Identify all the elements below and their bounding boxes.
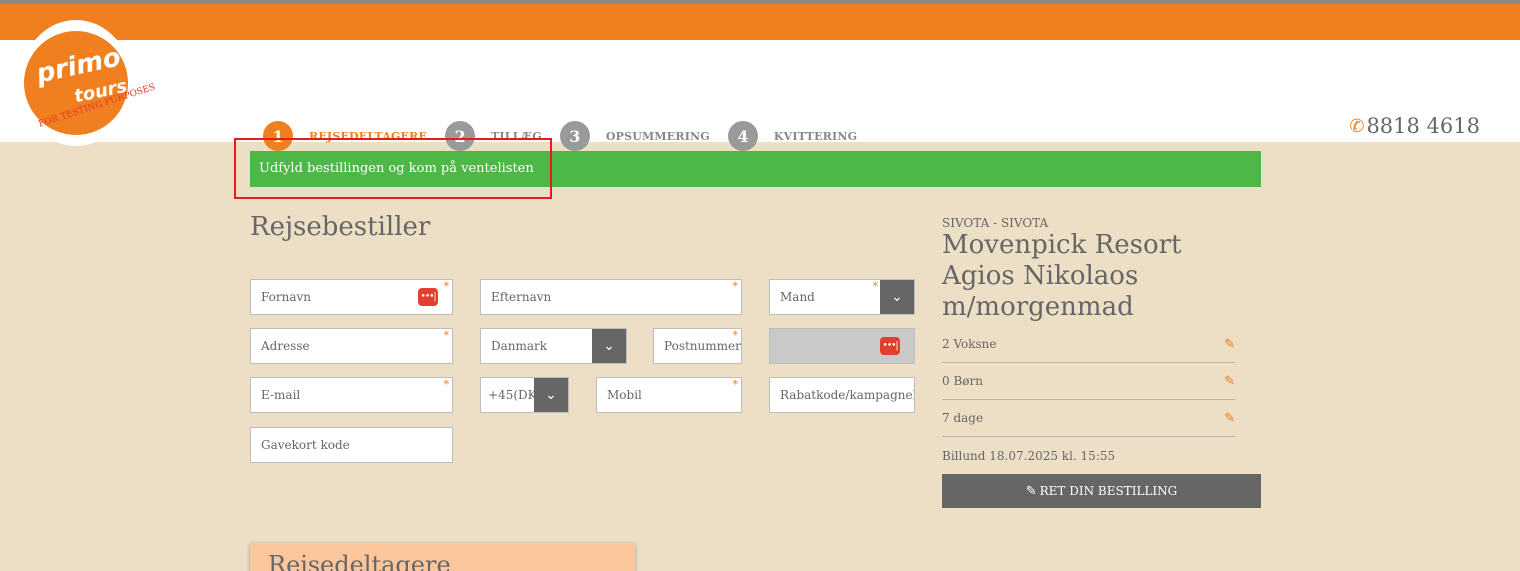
primo-tours-logo[interactable]: primo tours FOR TESTING PURPOSES <box>20 20 157 146</box>
step-4[interactable]: 4 KVITTERING <box>727 121 858 151</box>
hotel-name: Movenpick Resort Agios Nikolaos m/morgen… <box>942 230 1182 322</box>
required-mark: * <box>872 280 879 293</box>
phone-icon: ✆ <box>1349 115 1365 137</box>
chevron-down-icon[interactable]: ⌄ <box>592 329 626 363</box>
required-mark: * <box>443 280 450 293</box>
email-field[interactable]: E-mail * <box>250 377 453 413</box>
participants-panel: Rejsedeltagere <box>250 543 635 571</box>
logo-badge: primo tours FOR TESTING PURPOSES <box>24 31 157 135</box>
gender-select[interactable]: Mand * ⌄ <box>769 279 915 315</box>
step-3-label: OPSUMMERING <box>605 129 710 143</box>
participants-title: Rejsedeltagere <box>268 551 451 571</box>
pencil-icon: ✎ <box>1025 483 1037 499</box>
trip-duration: 7 dage <box>942 411 984 425</box>
required-mark: * <box>732 329 739 342</box>
chevron-down-icon[interactable]: ⌄ <box>534 378 568 412</box>
postal-code-field[interactable]: Postnummer * <box>653 328 742 364</box>
discount-code-placeholder: Rabatkode/kampagnekode <box>780 388 914 402</box>
step-3[interactable]: 3 OPSUMMERING <box>559 121 710 151</box>
edit-booking-label: RET DIN BESTILLING <box>1039 484 1178 498</box>
summary-children: 0 Børn ✎ <box>942 363 1235 400</box>
children-count: 0 Børn <box>942 374 983 388</box>
summary-adults: 2 Voksne ✎ <box>942 326 1235 363</box>
last-name-field[interactable]: Efternavn * <box>480 279 742 315</box>
email-placeholder: E-mail <box>261 388 301 402</box>
chevron-down-icon[interactable]: ⌄ <box>880 280 914 314</box>
address-field[interactable]: Adresse * <box>250 328 453 364</box>
country-select[interactable]: Danmark ⌄ <box>480 328 627 364</box>
site-header: 1 REJSEDELTAGERE 2 TILLÆG 3 OPSUMMERING … <box>0 40 1520 151</box>
required-mark: * <box>443 378 450 391</box>
discount-code-field[interactable]: Rabatkode/kampagnekode <box>769 377 915 413</box>
key-icon[interactable]: •••| <box>880 337 900 355</box>
phone-number[interactable]: ✆ 8818 4618 <box>1349 114 1480 138</box>
step-3-number: 3 <box>559 121 590 151</box>
first-name-field[interactable]: Fornavn * •••| <box>250 279 453 315</box>
city-field: •••| <box>769 328 915 364</box>
required-mark: * <box>443 329 450 342</box>
required-mark: * <box>732 280 739 293</box>
pencil-icon[interactable]: ✎ <box>1224 374 1235 389</box>
section-title-rejsebestiller: Rejsebestiller <box>250 212 431 242</box>
phone-code-select[interactable]: +45(DK) ⌄ <box>480 377 569 413</box>
key-icon[interactable]: •••| <box>418 288 438 306</box>
last-name-placeholder: Efternavn <box>491 290 552 304</box>
pencil-icon[interactable]: ✎ <box>1224 337 1235 352</box>
step-4-label: KVITTERING <box>773 129 858 143</box>
step-4-number: 4 <box>727 121 758 151</box>
top-accent-bar <box>0 0 1520 40</box>
country-select-value: Danmark <box>491 339 548 353</box>
required-mark: * <box>732 378 739 391</box>
summary-departure: Billund 18.07.2025 kl. 15:55 <box>942 437 1235 474</box>
edit-booking-button[interactable]: ✎ RET DIN BESTILLING <box>942 474 1261 508</box>
departure-info: Billund 18.07.2025 kl. 15:55 <box>942 448 1116 463</box>
summary-duration: 7 dage ✎ <box>942 400 1235 437</box>
pencil-icon[interactable]: ✎ <box>1224 411 1235 426</box>
first-name-placeholder: Fornavn <box>261 290 312 304</box>
giftcard-code-placeholder: Gavekort kode <box>261 438 350 452</box>
highlight-box <box>234 138 552 199</box>
mobile-field[interactable]: Mobil * <box>596 377 742 413</box>
postal-code-placeholder: Postnummer <box>664 339 741 353</box>
address-placeholder: Adresse <box>261 339 310 353</box>
mobile-placeholder: Mobil <box>607 388 642 402</box>
gender-select-value: Mand <box>780 290 815 304</box>
giftcard-code-field[interactable]: Gavekort kode <box>250 427 453 463</box>
phone-number-text: 8818 4618 <box>1366 114 1480 138</box>
adults-count: 2 Voksne <box>942 337 997 351</box>
destination-location: SIVOTA - SIVOTA <box>942 216 1049 230</box>
